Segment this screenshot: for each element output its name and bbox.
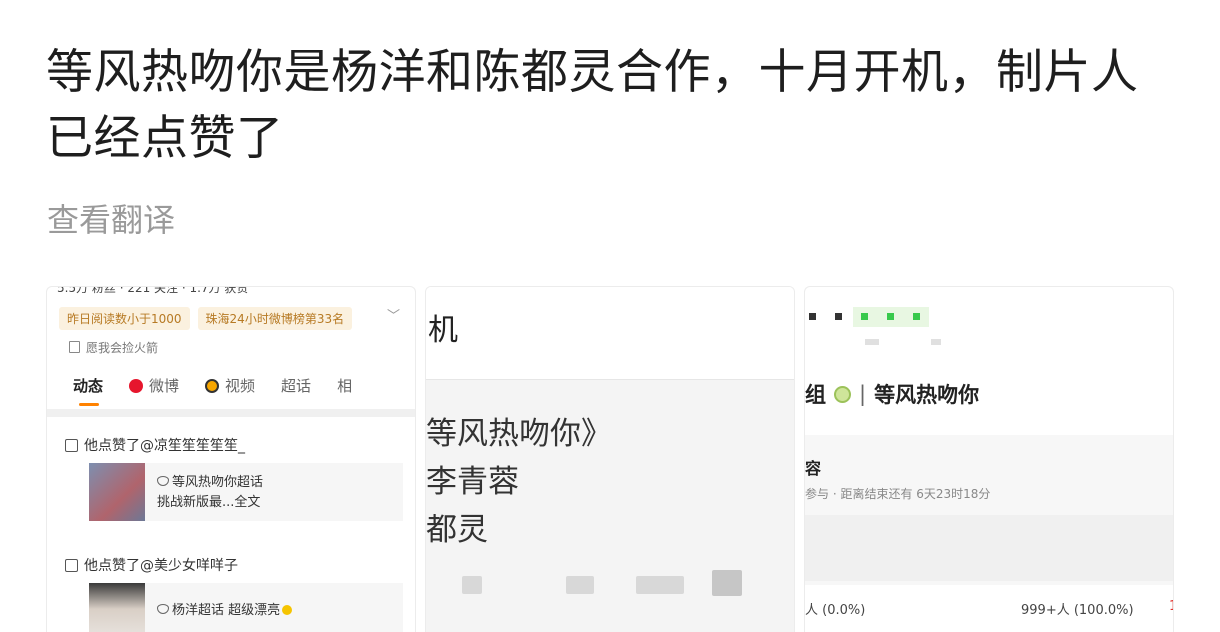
poll-heading: 容 [805,459,822,478]
chevron-down-icon: ﹀ [387,309,401,324]
post-thumbnail [89,463,145,521]
supertopic-icon [157,604,169,614]
smile-emoji-icon [282,605,293,615]
translate-link[interactable]: 查看翻译 [47,198,175,242]
green-dot-mark [913,313,920,320]
line-drama-title: 等风热吻你》 [426,416,612,452]
tag-reads: 昨日阅读数小于1000 [59,307,190,330]
clipped-profile-stats: 5.5万 粉丝 · 221 关注 · 1.7万 获赞 [57,286,249,295]
tab-supertopic: 超话 [281,377,312,395]
liked-post-card-1: 等风热吻你超话 挑战新版最...全文 [89,463,403,521]
liked-post-card-2: 杨洋超话 超级漂亮 [89,583,403,632]
like-line-2: 他点赞了@美少女咩咩子 [65,555,238,575]
poll-meta: 参与 · 距离结束还有 6天23时18分 [805,487,991,501]
dot-mark [835,313,842,320]
post-thumbnail [89,583,145,632]
thumbs-up-icon [65,438,78,452]
green-dot-mark [887,313,894,320]
blurred-content [865,339,879,345]
tab-weibo: 微博 [129,375,179,396]
tab-album: 相 [337,377,353,395]
video-icon [205,378,220,393]
document-icon [69,341,80,353]
line-actress: 都灵 [426,512,488,548]
clipped-heading: 机 [428,313,458,348]
text-body: 等风热吻你》 李青蓉 都灵 [426,380,794,632]
poll-option-area [805,515,1173,581]
blurred-content [636,576,684,594]
edge-mark: 1 [1169,599,1173,614]
image-thumbnail-3[interactable]: 组 | 等风热吻你 容 参与 · 距离结束还有 6天23时18分 人 (0.0%… [804,286,1174,632]
thumbs-up-icon [65,558,78,572]
profile-tags: 昨日阅读数小于1000 珠海24小时微博榜第33名 [59,307,353,330]
blurred-content [462,576,482,594]
green-dot-mark [861,313,868,320]
blurred-content [931,339,941,345]
image-thumbnail-1[interactable]: 5.5万 粉丝 · 221 关注 · 1.7万 获赞 昨日阅读数小于1000 珠… [46,286,416,632]
tab-dynamic: 动态 [73,377,104,406]
poll-title: 组 | 等风热吻你 [805,382,980,407]
post-title: 等风热吻你是杨洋和陈都灵合作，十月开机，制片人已经点赞了 [46,45,1139,166]
tag-rank: 珠海24小时微博榜第33名 [197,307,353,330]
dot-mark [809,313,816,320]
like-line-1: 他点赞了@凉笙笙笙笙笙_ [65,435,245,455]
poll-left-result: 人 (0.0%) [805,603,866,618]
weibo-icon [129,378,144,393]
profile-signature: 愿我会捡火箭 [69,339,158,356]
image-thumbnail-2[interactable]: 机 等风热吻你》 李青蓉 都灵 [425,286,795,632]
tab-video: 视频 [205,375,255,396]
blurred-content [566,576,594,594]
header-area: 机 [426,287,794,380]
profile-tabs: 动态 微博 视频 超话 相 [73,375,353,406]
line-producer: 李青蓉 [426,464,519,500]
section-divider [47,409,415,417]
poll-right-result: 999+人 (100.0%) [1021,603,1134,618]
melon-icon [834,385,851,403]
blurred-content [712,570,742,596]
supertopic-icon [157,476,169,486]
